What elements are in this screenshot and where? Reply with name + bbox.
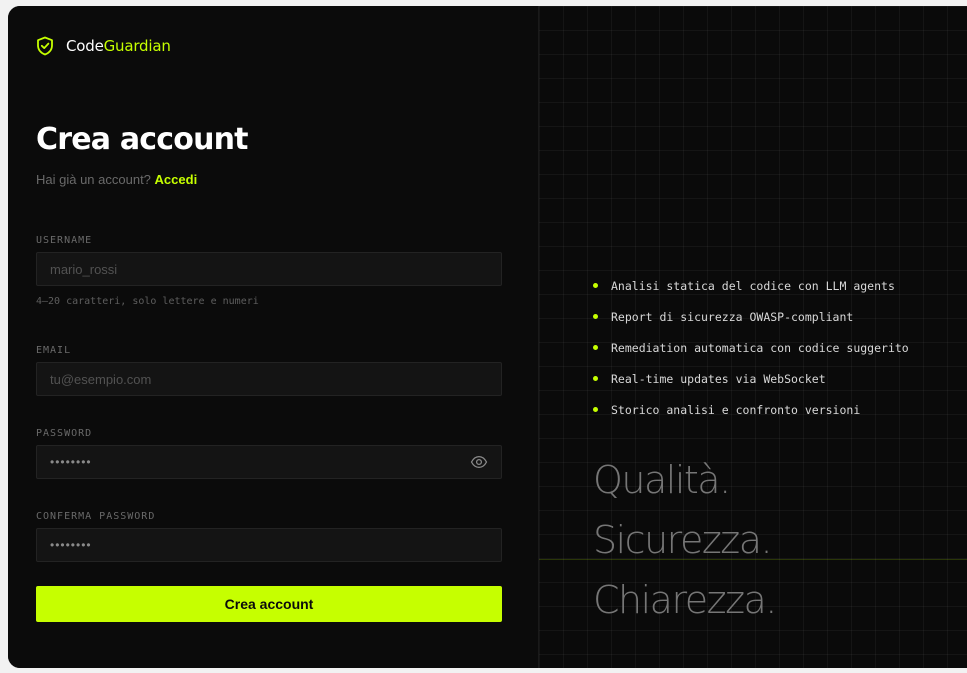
tagline: Qualità. Sicurezza. Chiarezza. — [593, 450, 777, 630]
username-label: USERNAME — [36, 235, 93, 246]
brand-name-part1: Code — [66, 37, 104, 55]
feature-item: Real-time updates via WebSocket — [593, 363, 909, 394]
feature-item: Storico analisi e confronto versioni — [593, 394, 909, 425]
bullet-dot-icon — [593, 345, 598, 350]
app-window: CodeGuardian Crea account Hai già un acc… — [8, 6, 967, 668]
tagline-line: Chiarezza. — [593, 578, 777, 622]
tagline-line: Sicurezza. — [593, 518, 773, 562]
brand-logo[interactable]: CodeGuardian — [36, 36, 171, 56]
confirm-password-label: CONFERMA PASSWORD — [36, 511, 156, 522]
password-label: PASSWORD — [36, 428, 93, 439]
feature-list: Analisi statica del codice con LLM agent… — [593, 270, 909, 425]
shield-check-icon — [36, 36, 54, 56]
features-panel: Analisi statica del codice con LLM agent… — [538, 6, 967, 668]
username-hint: 4–20 caratteri, solo lettere e numeri — [36, 296, 259, 307]
feature-text: Remediation automatica con codice sugger… — [611, 340, 909, 355]
email-label: EMAIL — [36, 345, 72, 356]
email-input[interactable] — [36, 362, 502, 396]
bullet-dot-icon — [593, 407, 598, 412]
eye-icon[interactable] — [470, 455, 488, 469]
tagline-line: Qualità. — [593, 458, 731, 502]
bullet-dot-icon — [593, 314, 598, 319]
brand-name: CodeGuardian — [66, 37, 171, 55]
login-prompt: Hai già un account? Accedi — [36, 172, 197, 187]
confirm-password-input[interactable] — [36, 528, 502, 562]
feature-text: Analisi statica del codice con LLM agent… — [611, 278, 895, 293]
username-input[interactable] — [36, 252, 502, 286]
feature-item: Remediation automatica con codice sugger… — [593, 332, 909, 363]
bullet-dot-icon — [593, 376, 598, 381]
feature-item: Report di sicurezza OWASP-compliant — [593, 301, 909, 332]
feature-text: Real-time updates via WebSocket — [611, 371, 826, 386]
feature-text: Report di sicurezza OWASP-compliant — [611, 309, 854, 324]
login-prompt-text: Hai già un account? — [36, 172, 151, 187]
brand-name-part2: Guardian — [103, 37, 171, 55]
login-link[interactable]: Accedi — [155, 172, 198, 187]
signup-panel: CodeGuardian Crea account Hai già un acc… — [8, 6, 538, 668]
create-account-button[interactable]: Crea account — [36, 586, 502, 622]
page-title: Crea account — [36, 122, 249, 157]
feature-text: Storico analisi e confronto versioni — [611, 402, 861, 417]
feature-item: Analisi statica del codice con LLM agent… — [593, 270, 909, 301]
password-input[interactable] — [36, 445, 502, 479]
bullet-dot-icon — [593, 283, 598, 288]
